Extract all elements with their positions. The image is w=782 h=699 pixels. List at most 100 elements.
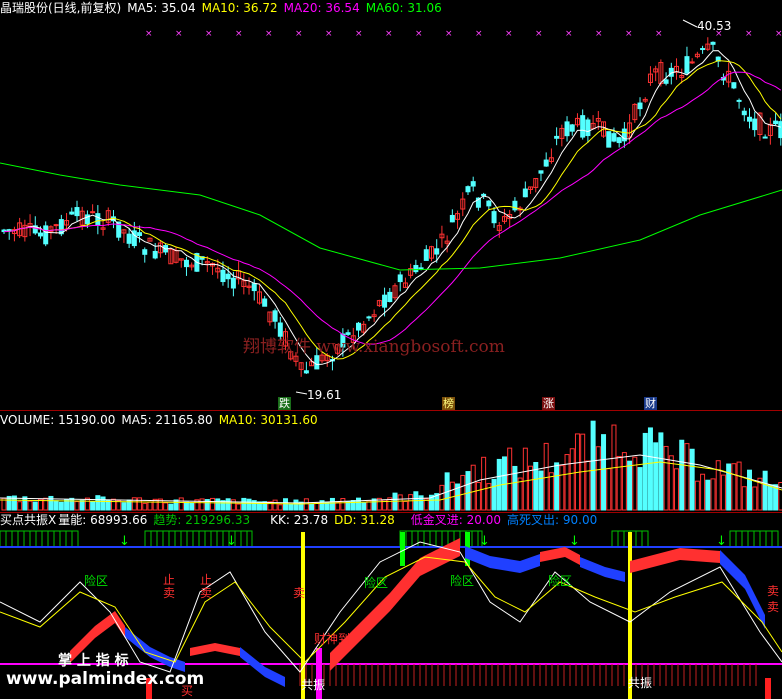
candle-body bbox=[449, 214, 455, 223]
volume-bar bbox=[501, 456, 507, 511]
volume-bar bbox=[538, 470, 544, 511]
ma60-line bbox=[0, 162, 782, 271]
volume-bar bbox=[241, 497, 247, 511]
candle-body bbox=[303, 370, 309, 374]
volume-bar bbox=[595, 446, 601, 511]
zhimai-label-1: 止卖 bbox=[163, 573, 176, 600]
volume-bar bbox=[168, 503, 174, 511]
volume-bar bbox=[95, 495, 101, 511]
candle-body bbox=[262, 298, 268, 307]
volume-bar bbox=[684, 443, 690, 511]
volume-bar bbox=[564, 454, 570, 511]
signal-cai[interactable]: 财 bbox=[644, 397, 657, 410]
volume-bar bbox=[736, 461, 742, 511]
candle-body bbox=[616, 137, 622, 144]
dd-readout: DD: 31.28 bbox=[334, 513, 395, 527]
top-marker: × bbox=[325, 29, 333, 39]
volume-readout: VOLUME: 15190.00 bbox=[0, 413, 116, 427]
volume-pane[interactable]: VOLUME: 15190.00 MA5: 21165.80 MA10: 30131… bbox=[0, 410, 782, 512]
candle-body bbox=[663, 79, 669, 84]
volume-bar bbox=[710, 478, 716, 511]
volume-bar bbox=[408, 494, 414, 511]
volume-bar bbox=[554, 462, 560, 511]
qushi-readout: 趋势: 219296.33 bbox=[153, 513, 251, 527]
volume-bar bbox=[741, 486, 747, 511]
top-marker: × bbox=[505, 29, 513, 39]
volume-bar bbox=[178, 497, 184, 511]
volume-bar bbox=[752, 486, 758, 511]
mairu-label: 买 bbox=[181, 684, 194, 698]
candle-body bbox=[491, 211, 497, 224]
volume-bar bbox=[767, 484, 773, 511]
top-marker: × bbox=[235, 29, 243, 39]
volume-bar bbox=[528, 465, 534, 511]
indicator-pane[interactable]: ↓ ↓ ↓ ↓ ↓ 买点共振X 量能: 68993.66 趋势: 219296.33 KK: … bbox=[0, 512, 782, 699]
volume-bar bbox=[142, 502, 148, 511]
top-marker: × bbox=[355, 29, 363, 39]
candle-body bbox=[345, 332, 351, 335]
palmindex-site[interactable]: www.palmindex.com bbox=[6, 671, 204, 688]
volume-bar bbox=[230, 499, 236, 511]
indicator-name: 买点共振X bbox=[0, 513, 57, 527]
volume-bar bbox=[303, 498, 309, 511]
signal-bang[interactable]: 榜 bbox=[442, 397, 455, 410]
volume-bar bbox=[569, 448, 575, 511]
mai-label-3: 卖 bbox=[767, 600, 780, 614]
volume-bar bbox=[32, 501, 38, 511]
red-ribbon bbox=[330, 538, 460, 671]
volume-bar bbox=[559, 465, 565, 511]
candle-body bbox=[356, 322, 362, 331]
candle-body bbox=[183, 259, 189, 268]
candle-body bbox=[314, 355, 320, 370]
candle-body bbox=[538, 170, 544, 174]
xianqu-label-1: 险区 bbox=[84, 574, 109, 588]
vol-ma10-readout: MA10: 30131.60 bbox=[218, 413, 318, 427]
volume-bar bbox=[601, 434, 607, 511]
candle-body bbox=[762, 136, 768, 139]
blue-ribbon bbox=[125, 627, 185, 672]
top-marker: × bbox=[175, 29, 183, 39]
volume-bar bbox=[507, 447, 513, 511]
volume-bar bbox=[715, 460, 721, 511]
volume-bar bbox=[397, 494, 403, 511]
blue-ribbon bbox=[720, 550, 765, 629]
volume-bar bbox=[329, 497, 335, 511]
candle-body bbox=[90, 211, 96, 214]
blue-ribbon bbox=[465, 546, 540, 573]
gongzhen-label-1: 共振 bbox=[301, 678, 326, 692]
candle-body bbox=[220, 269, 226, 283]
volume-bar bbox=[465, 471, 471, 511]
candle-body bbox=[741, 110, 747, 116]
red-ribbon bbox=[540, 547, 580, 565]
volume-bar bbox=[309, 503, 315, 511]
candle-body bbox=[543, 159, 549, 167]
top-marker: × bbox=[445, 29, 453, 39]
indicator-header: 买点共振X 量能: 68993.66 趋势: 219296.33 KK: 23.78 D… bbox=[0, 513, 603, 527]
red-signal-bar bbox=[765, 678, 771, 699]
volume-bar bbox=[121, 502, 127, 511]
candle-body bbox=[736, 99, 742, 102]
low-pointer bbox=[295, 391, 308, 395]
volume-bar bbox=[173, 499, 179, 511]
green-signal-bar bbox=[400, 532, 405, 566]
signal-zhang[interactable]: 涨 bbox=[542, 397, 555, 410]
top-marker: × bbox=[265, 29, 273, 39]
volume-bar bbox=[356, 497, 362, 511]
yellow-signal-line bbox=[301, 532, 305, 699]
volume-bar bbox=[43, 497, 49, 511]
price-pane[interactable]: × × × × × × × × × × × × × × × × × × × × × 晶瑞股份(日线,前复权) MA5: 3… bbox=[0, 0, 782, 410]
volume-bar bbox=[674, 468, 680, 511]
signal-die[interactable]: 跌 bbox=[278, 397, 291, 410]
ma5-readout: MA5: 35.04 bbox=[127, 1, 196, 15]
blue-ribbon bbox=[240, 647, 285, 687]
volume-bar bbox=[705, 479, 711, 511]
volume-bar bbox=[131, 497, 137, 511]
zhangshang-logo: 掌 上 指 标 bbox=[58, 653, 129, 669]
top-marker: × bbox=[745, 29, 753, 39]
red-ribbon bbox=[190, 643, 240, 656]
volume-bar bbox=[74, 501, 80, 511]
top-marker: × bbox=[775, 29, 782, 39]
candle-body bbox=[512, 200, 518, 211]
volume-bar bbox=[163, 502, 169, 511]
blue-ribbon bbox=[580, 557, 625, 582]
